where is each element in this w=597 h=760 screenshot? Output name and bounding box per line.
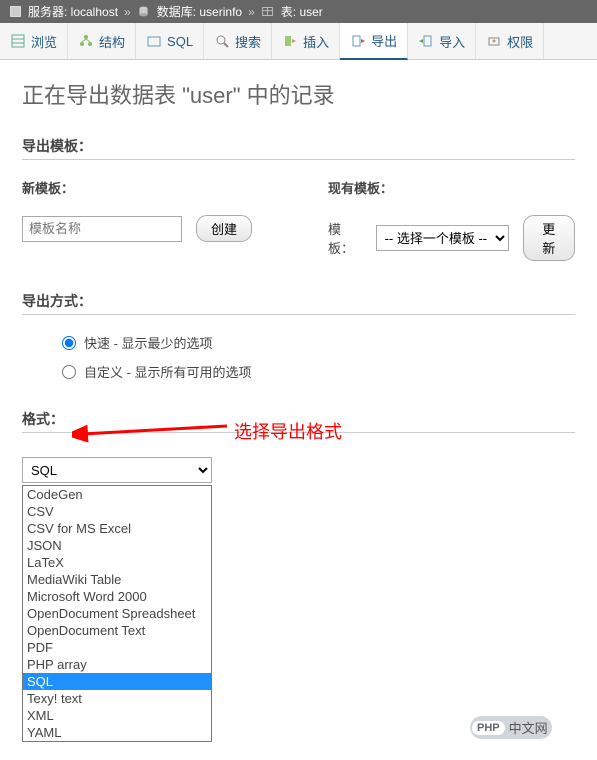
sql-icon [146, 33, 162, 49]
existing-template-label: 现有模板： [328, 178, 575, 197]
annotation-arrow [72, 416, 232, 446]
radio-custom-input[interactable] [62, 365, 76, 379]
table-icon [261, 5, 275, 19]
format-option[interactable]: OpenDocument Spreadsheet [23, 605, 211, 622]
radio-label: 快速 - 显示最少的选项 [84, 333, 213, 352]
existing-template-col: 现有模板： 模板： -- 选择一个模板 -- 更新 [328, 178, 575, 261]
tab-label: 导入 [439, 32, 465, 51]
breadcrumb-sep: » [124, 5, 131, 19]
format-option[interactable]: XML [23, 707, 211, 724]
export-template-heading: 导出模板： [22, 136, 575, 160]
import-icon [418, 33, 434, 49]
structure-icon [78, 33, 94, 49]
format-option[interactable]: JSON [23, 537, 211, 554]
tab-label: SQL [167, 34, 193, 49]
breadcrumb-server[interactable]: 服务器: localhost [28, 3, 118, 20]
tab-label: 导出 [371, 31, 397, 50]
tab-browse[interactable]: 浏览 [0, 23, 68, 59]
format-dropdown-list[interactable]: CodeGenCSVCSV for MS ExcelJSONLaTeXMedia… [22, 485, 212, 742]
radio-custom[interactable]: 自定义 - 显示所有可用的选项 [62, 362, 575, 381]
format-option[interactable]: OpenDocument Text [23, 622, 211, 639]
format-option[interactable]: Microsoft Word 2000 [23, 588, 211, 605]
format-heading: 格式： [22, 411, 64, 427]
tab-insert[interactable]: 插入 [272, 23, 340, 59]
tab-label: 浏览 [31, 32, 57, 51]
radio-quick[interactable]: 快速 - 显示最少的选项 [62, 333, 575, 352]
format-option[interactable]: Texy! text [23, 690, 211, 707]
annotation-text: 选择导出格式 [234, 418, 342, 444]
tab-structure[interactable]: 结构 [68, 23, 136, 59]
new-template-col: 新模板： 创建 [22, 178, 268, 261]
browse-icon [10, 33, 26, 49]
tab-label: 结构 [99, 32, 125, 51]
breadcrumb-sep: » [248, 5, 255, 19]
breadcrumb-table[interactable]: 表: user [281, 3, 323, 20]
update-button[interactable]: 更新 [523, 215, 575, 261]
format-option[interactable]: CSV for MS Excel [23, 520, 211, 537]
format-option[interactable]: PDF [23, 639, 211, 656]
tab-sql[interactable]: SQL [136, 23, 204, 59]
insert-icon [282, 33, 298, 49]
format-option[interactable]: SQL [23, 673, 211, 690]
format-option[interactable]: LaTeX [23, 554, 211, 571]
format-option[interactable]: YAML [23, 724, 211, 741]
template-row: 新模板： 创建 现有模板： 模板： -- 选择一个模板 -- 更新 [22, 178, 575, 261]
breadcrumb-database[interactable]: 数据库: userinfo [157, 3, 242, 20]
tab-privileges[interactable]: 权限 [476, 23, 544, 59]
tab-label: 搜索 [235, 32, 261, 51]
radio-label: 自定义 - 显示所有可用的选项 [84, 362, 252, 381]
format-option[interactable]: CodeGen [23, 486, 211, 503]
export-icon [350, 33, 366, 49]
page-title: 正在导出数据表 "user" 中的记录 [22, 78, 575, 110]
export-method-radios: 快速 - 显示最少的选项 自定义 - 显示所有可用的选项 [62, 333, 575, 381]
tab-label: 权限 [507, 32, 533, 51]
template-field-label: 模板： [328, 219, 362, 257]
new-template-input[interactable] [22, 216, 182, 242]
content-area: 正在导出数据表 "user" 中的记录 导出模板： 新模板： 创建 现有模板： … [0, 60, 597, 760]
new-template-label: 新模板： [22, 178, 268, 197]
format-option[interactable]: CSV [23, 503, 211, 520]
export-method-heading: 导出方式： [22, 291, 575, 315]
watermark-text: 中文网 [509, 718, 548, 737]
tab-search[interactable]: 搜索 [204, 23, 272, 59]
watermark-badge: PHP [472, 721, 505, 735]
search-icon [214, 33, 230, 49]
tab-import[interactable]: 导入 [408, 23, 476, 59]
tab-label: 插入 [303, 32, 329, 51]
breadcrumb: 服务器: localhost » 数据库: userinfo » 表: user [0, 0, 597, 23]
watermark: PHP 中文网 [470, 716, 552, 739]
tab-export[interactable]: 导出 [340, 23, 408, 60]
privileges-icon [486, 33, 502, 49]
format-option[interactable]: PHP array [23, 656, 211, 673]
template-select[interactable]: -- 选择一个模板 -- [376, 225, 509, 251]
radio-quick-input[interactable] [62, 336, 76, 350]
database-icon [137, 5, 151, 19]
create-button[interactable]: 创建 [196, 215, 252, 242]
tabs: 浏览 结构 SQL 搜索 插入 导出 导入 权限 [0, 23, 597, 60]
format-option[interactable]: MediaWiki Table [23, 571, 211, 588]
server-icon [8, 5, 22, 19]
format-select[interactable]: SQL [22, 457, 212, 483]
